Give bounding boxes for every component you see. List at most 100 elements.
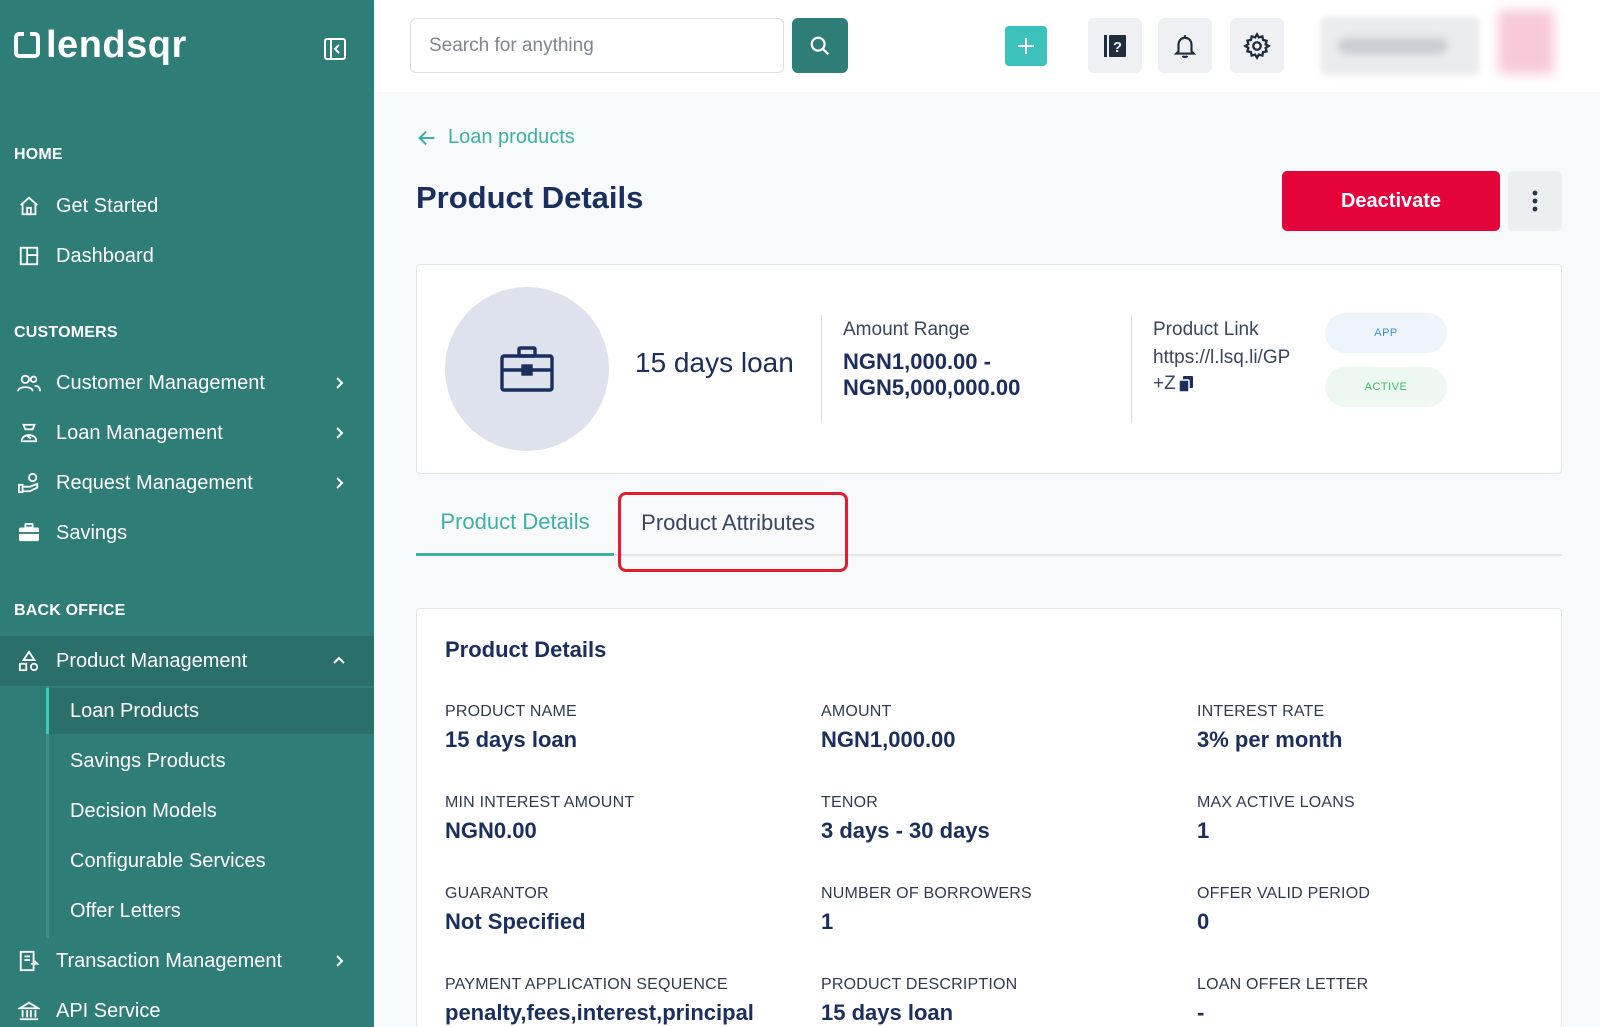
avatar[interactable]	[1498, 10, 1554, 74]
sidebar-subitem-configurable-services[interactable]: Configurable Services	[46, 838, 374, 884]
sidebar-item-savings[interactable]: Savings	[0, 508, 374, 558]
brand-logo[interactable]: lendsqr	[14, 26, 187, 64]
sidebar-item-get-started[interactable]: Get Started	[0, 181, 374, 231]
help-book-icon: ?	[1104, 34, 1126, 57]
field-value: -	[1197, 1000, 1205, 1025]
deactivate-button[interactable]: Deactivate	[1282, 171, 1500, 231]
home-icon	[16, 193, 42, 219]
back-link-label: Loan products	[448, 126, 575, 148]
sidebar-subitem-label: Offer Letters	[70, 899, 181, 922]
request-icon	[16, 470, 42, 496]
field-label: PRODUCT NAME	[445, 703, 577, 720]
shapes-icon	[16, 648, 42, 674]
product-name: 15 days loan	[635, 347, 794, 378]
loan-icon	[16, 420, 42, 446]
sidebar-item-transaction-management[interactable]: Transaction Management	[0, 936, 374, 986]
field-value: 0	[1197, 909, 1210, 934]
sidebar-subitem-label: Savings Products	[70, 749, 226, 772]
chevron-up-icon	[333, 656, 345, 664]
product-summary-card: 15 days loan Amount Range NGN1,000.00 - …	[416, 264, 1562, 474]
field-value: 3% per month	[1197, 727, 1343, 752]
field-value: 3 days - 30 days	[821, 818, 990, 843]
product-link[interactable]: https://l.lsq.li/GP+Z	[1153, 345, 1293, 397]
product-link-label: Product Link	[1153, 319, 1259, 340]
sidebar-item-request-management[interactable]: Request Management	[0, 458, 374, 508]
dashboard-icon	[16, 243, 42, 269]
more-options-button[interactable]	[1508, 171, 1562, 231]
users-icon	[16, 370, 42, 396]
add-button[interactable]	[1005, 26, 1047, 66]
user-name-blurred	[1338, 38, 1448, 54]
sidebar-item-label: Customer Management	[56, 371, 265, 394]
sidebar-item-customer-management[interactable]: Customer Management	[0, 358, 374, 408]
divider	[1131, 315, 1132, 423]
bell-icon	[1173, 34, 1197, 58]
field-value: 1	[821, 909, 834, 934]
sidebar-item-loan-management[interactable]: Loan Management	[0, 408, 374, 458]
product-details-card: Product Details PRODUCT NAME 15 days loa…	[416, 608, 1562, 1027]
arrow-left-icon	[418, 130, 435, 145]
copy-icon[interactable]	[1177, 375, 1194, 393]
bank-icon	[16, 998, 42, 1024]
sidebar-item-label: Savings	[56, 521, 128, 544]
search-button[interactable]	[792, 18, 848, 73]
sidebar-item-label: Get Started	[56, 194, 159, 217]
more-vertical-icon	[1532, 190, 1538, 212]
tab-product-details[interactable]: Product Details	[416, 490, 614, 556]
field-value: NGN0.00	[445, 818, 537, 843]
page-title: Product Details	[416, 180, 644, 215]
chevron-right-icon	[336, 377, 344, 389]
status-badge: ACTIVE	[1325, 367, 1447, 407]
field-label: MAX ACTIVE LOANS	[1197, 794, 1355, 811]
notifications-button[interactable]	[1158, 18, 1212, 73]
chevron-right-icon	[336, 427, 344, 439]
details-section-title: Product Details	[445, 637, 607, 662]
back-link[interactable]: Loan products	[416, 126, 575, 149]
field-value: 15 days loan	[821, 1000, 954, 1025]
svg-text:?: ?	[1113, 39, 1122, 56]
help-button[interactable]: ?	[1088, 18, 1142, 73]
amount-range-max: NGN5,000,000.00	[843, 375, 1021, 400]
field-label: LOAN OFFER LETTER	[1197, 976, 1369, 993]
sidebar-item-api-service[interactable]: API Service	[0, 986, 374, 1027]
briefcase-icon	[16, 520, 42, 546]
section-customers: CUSTOMERS	[14, 324, 118, 341]
sidebar-subitem-loan-products[interactable]: Loan Products	[46, 688, 374, 734]
gear-icon	[1243, 31, 1271, 60]
product-avatar	[445, 287, 609, 451]
sidebar-item-dashboard[interactable]: Dashboard	[0, 231, 374, 281]
logo-icon	[14, 32, 40, 58]
field-value: penalty,fees,interest,principal	[445, 1000, 754, 1025]
collapse-sidebar-icon[interactable]	[323, 37, 347, 61]
sidebar-subitem-label: Configurable Services	[70, 849, 266, 872]
field-value: Not Specified	[445, 909, 586, 934]
sidebar-item-label: Product Management	[56, 649, 248, 672]
sidebar-item-label: Transaction Management	[56, 949, 283, 972]
briefcase-icon	[500, 346, 554, 392]
field-value: 1	[1197, 818, 1210, 843]
sidebar-subitem-label: Decision Models	[70, 799, 217, 822]
sidebar-item-product-management[interactable]: Product Management	[0, 636, 374, 686]
search-input[interactable]	[410, 18, 784, 73]
field-label: GUARANTOR	[445, 885, 549, 902]
search-icon	[810, 36, 830, 55]
sidebar-item-label: Dashboard	[56, 244, 154, 267]
field-label: PRODUCT DESCRIPTION	[821, 976, 1018, 993]
field-label: NUMBER OF BORROWERS	[821, 885, 1032, 902]
section-home: HOME	[14, 146, 63, 163]
highlight-annotation	[618, 492, 848, 572]
sidebar-subitem-savings-products[interactable]: Savings Products	[46, 738, 374, 784]
sidebar-subitem-decision-models[interactable]: Decision Models	[46, 788, 374, 834]
amount-range-label: Amount Range	[843, 319, 970, 340]
sidebar-subitem-offer-letters[interactable]: Offer Letters	[46, 888, 374, 934]
field-value: NGN1,000.00	[821, 727, 956, 752]
transaction-icon	[16, 948, 42, 974]
amount-range-min: NGN1,000.00 -	[843, 349, 991, 374]
channel-badge: APP	[1325, 313, 1447, 353]
divider	[821, 315, 822, 423]
sidebar-item-label: Loan Management	[56, 421, 223, 444]
settings-button[interactable]	[1230, 18, 1284, 73]
sidebar-subitem-label: Loan Products	[70, 699, 199, 722]
field-label: MIN INTEREST AMOUNT	[445, 794, 635, 811]
sidebar-item-label: API Service	[56, 999, 161, 1022]
